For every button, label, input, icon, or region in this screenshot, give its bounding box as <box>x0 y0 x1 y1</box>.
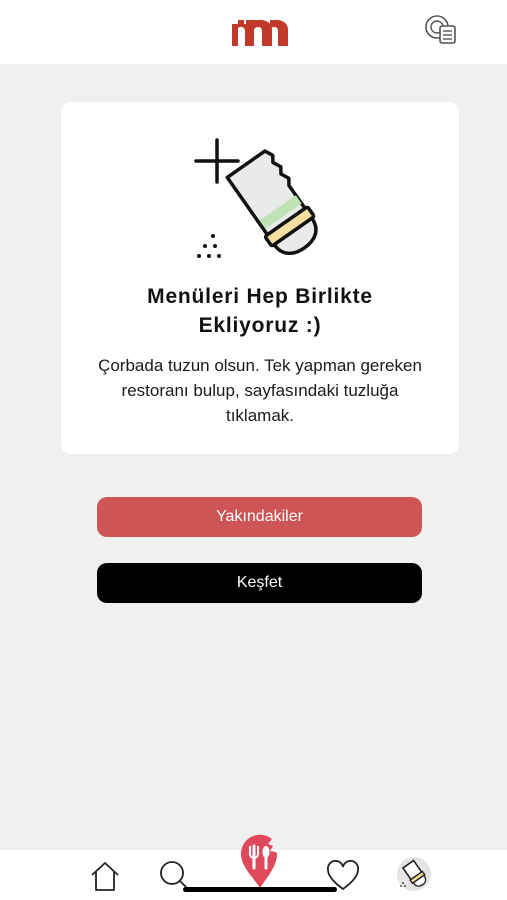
tab-home[interactable] <box>88 859 122 893</box>
explore-button[interactable]: Keşfet <box>97 563 422 603</box>
info-card: Menüleri Hep Birlikte Ekliyoruz :) Çorba… <box>61 102 459 454</box>
card-title-line: Ekliyoruz :) <box>198 314 322 337</box>
salt-shaker-add-icon <box>194 138 318 258</box>
card-title-line: Menüleri Hep Birlikte <box>147 285 373 308</box>
home-icon <box>91 862 119 891</box>
map-pin-cutlery-icon <box>240 834 277 888</box>
nearby-button[interactable]: Yakındakiler <box>97 497 422 537</box>
tab-map[interactable] <box>238 834 282 890</box>
tab-salt-shaker[interactable] <box>396 856 432 892</box>
m-logo-icon[interactable] <box>230 10 290 50</box>
app-header <box>0 0 507 64</box>
card-description-line: Çorbada tuzun olsun. Tek yapman gereken <box>98 356 422 375</box>
card-description: Çorbada tuzun olsun. Tek yapman gereken … <box>81 353 439 428</box>
restaurant-menu-icon[interactable] <box>423 11 459 47</box>
tab-bar <box>0 834 507 900</box>
card-description-line: tıklamak. <box>225 406 295 425</box>
salt-shaker-icon <box>397 857 431 891</box>
card-title: Menüleri Hep Birlikte Ekliyoruz :) <box>81 282 439 340</box>
home-indicator[interactable] <box>183 887 337 892</box>
card-description-line: restoranı bulup, sayfasındaki tuzluğa <box>121 381 399 400</box>
